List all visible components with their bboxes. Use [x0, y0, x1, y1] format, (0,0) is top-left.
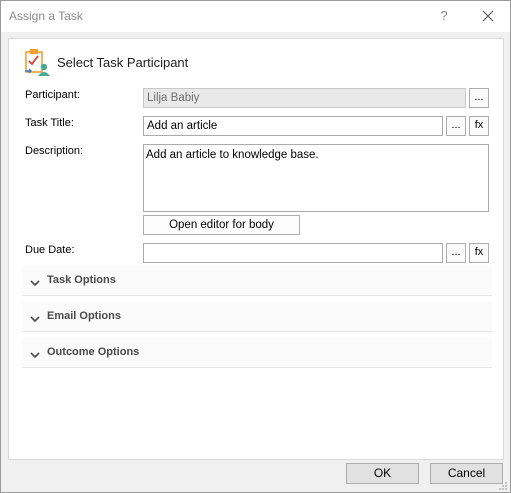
- ok-button[interactable]: OK: [346, 463, 419, 484]
- section-heading: Select Task Participant: [57, 55, 189, 70]
- participant-browse-button[interactable]: ...: [469, 88, 489, 108]
- due-date-field[interactable]: [143, 243, 443, 263]
- outcome-options-section[interactable]: Outcome Options: [22, 338, 492, 368]
- chevron-down-icon: [30, 276, 40, 287]
- close-icon[interactable]: [475, 3, 501, 29]
- content-panel: Select Task Participant Participant: Lil…: [8, 38, 504, 460]
- due-date-label: Due Date:: [25, 244, 75, 256]
- title-bar: Assign a Task ?: [1, 1, 510, 32]
- open-editor-button[interactable]: Open editor for body: [143, 215, 300, 235]
- task-options-label: Task Options: [47, 274, 116, 286]
- email-options-label: Email Options: [47, 310, 121, 322]
- outcome-options-label: Outcome Options: [47, 346, 140, 358]
- task-title-label: Task Title:: [25, 117, 74, 129]
- chevron-down-icon: [30, 312, 40, 323]
- due-date-browse-button[interactable]: ...: [446, 243, 466, 263]
- chevron-down-icon: [30, 348, 40, 359]
- task-options-section[interactable]: Task Options: [22, 266, 492, 296]
- assign-task-dialog: Assign a Task ? Select Task Participant …: [0, 0, 511, 493]
- task-title-browse-button[interactable]: ...: [446, 116, 466, 136]
- description-field[interactable]: Add an article to knowledge base.: [143, 144, 489, 212]
- participant-field[interactable]: Lilja Babiy: [143, 88, 466, 108]
- task-title-field[interactable]: Add an article: [143, 116, 443, 136]
- task-title-fx-button[interactable]: fx: [469, 116, 489, 136]
- participant-label: Participant:: [25, 89, 81, 101]
- cancel-button[interactable]: Cancel: [430, 463, 503, 484]
- due-date-fx-button[interactable]: fx: [469, 243, 489, 263]
- window-title: Assign a Task: [9, 9, 83, 23]
- task-participant-icon: [23, 47, 51, 79]
- resize-grip-icon[interactable]: [498, 480, 508, 490]
- description-label: Description:: [25, 145, 84, 157]
- help-button[interactable]: ?: [433, 3, 455, 29]
- email-options-section[interactable]: Email Options: [22, 302, 492, 332]
